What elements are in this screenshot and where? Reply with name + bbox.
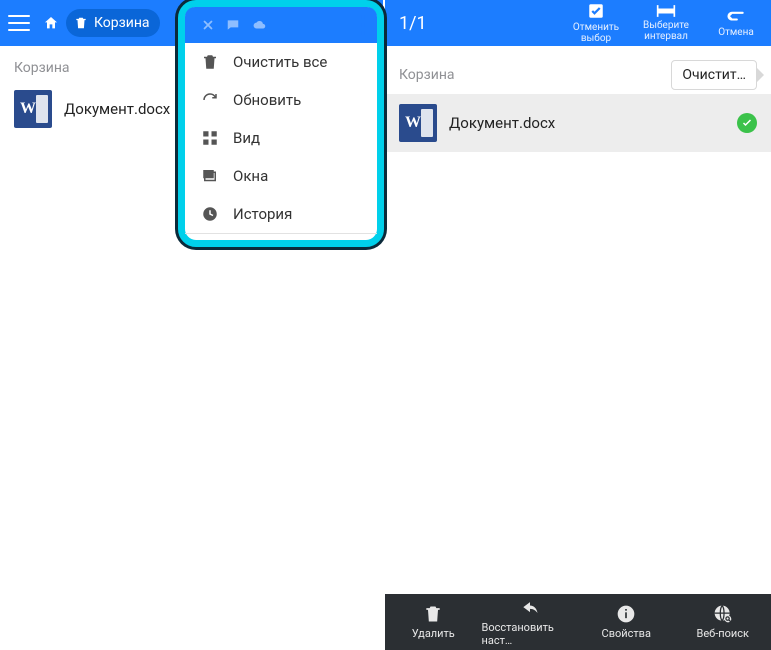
clear-chip[interactable]: Очистит… — [671, 60, 757, 90]
docx-icon: W — [399, 104, 437, 142]
clock-icon — [201, 205, 219, 223]
breadcrumb-right: Корзина Очистит… — [385, 46, 771, 94]
kebab-icon[interactable] — [361, 15, 365, 35]
selection-counter: 1/1 — [399, 13, 561, 34]
overflow-menu-popup: Очистить все Обновить Вид Окна История — [178, 0, 384, 247]
info-icon — [616, 604, 636, 624]
checkbox-icon — [587, 2, 605, 20]
selected-check-icon — [737, 113, 757, 133]
return-icon — [726, 9, 746, 25]
bb-label: Свойства — [602, 627, 651, 640]
menu-item-label: История — [233, 205, 292, 223]
websearch-button[interactable]: Веб-поиск — [675, 594, 771, 650]
hamburger-icon[interactable] — [6, 10, 32, 36]
bb-label: Удалить — [412, 627, 455, 640]
left-pane: Корзина Корзина W Документ.docx Очистить… — [0, 0, 385, 650]
menu-item-label: Окна — [233, 167, 268, 185]
delete-button[interactable]: Удалить — [385, 594, 482, 650]
trash-icon — [423, 604, 443, 624]
menu-view[interactable]: Вид — [185, 119, 377, 157]
menu-clear-all[interactable]: Очистить все — [185, 43, 377, 81]
action-label-l1: Отменить — [573, 22, 619, 33]
undo-icon — [520, 598, 540, 618]
cancel-button[interactable]: Отмена — [701, 2, 771, 44]
topbar-right: 1/1 Отменить выбор Выберите интервал Отм… — [385, 0, 771, 46]
file-name: Документ.docx — [449, 114, 737, 132]
menu-item-label: Обновить — [233, 91, 301, 109]
breadcrumb-text: Корзина — [399, 67, 455, 83]
action-label-l1: Выберите — [643, 20, 689, 31]
menu-separator — [185, 233, 377, 234]
select-interval-button[interactable]: Выберите интервал — [631, 2, 701, 44]
cloud-icon — [251, 18, 269, 32]
file-row-selected[interactable]: W Документ.docx — [385, 94, 771, 152]
interval-icon — [656, 4, 676, 18]
action-label: Отмена — [718, 27, 754, 38]
menu-history[interactable]: История — [185, 195, 377, 233]
bottom-action-bar: Удалить Восстановить наст… Свойства Веб-… — [385, 594, 771, 650]
properties-button[interactable]: Свойства — [578, 594, 675, 650]
bb-label: Восстановить наст… — [482, 621, 579, 647]
menu-refresh[interactable]: Обновить — [185, 81, 377, 119]
popup-faded-icons — [201, 18, 269, 32]
location-pill[interactable]: Корзина — [66, 9, 160, 37]
menu-windows[interactable]: Окна — [185, 157, 377, 195]
grid-icon — [201, 129, 219, 147]
menu-item-label: Вид — [233, 129, 260, 147]
trash-icon — [201, 53, 219, 71]
bb-label: Веб-поиск — [697, 627, 750, 640]
location-pill-label: Корзина — [94, 15, 150, 31]
right-pane: 1/1 Отменить выбор Выберите интервал Отм… — [385, 0, 771, 650]
action-label-l2: выбор — [581, 33, 611, 44]
docx-icon: W — [14, 90, 52, 128]
breadcrumb-text: Корзина — [14, 60, 70, 76]
action-label-l2: интервал — [644, 31, 688, 42]
close-icon[interactable] — [201, 18, 215, 32]
trash-icon — [74, 16, 88, 30]
menu-item-label: Очистить все — [233, 53, 327, 71]
popup-top-strip — [185, 7, 377, 43]
home-icon[interactable] — [42, 14, 60, 32]
restore-button[interactable]: Восстановить наст… — [482, 594, 579, 650]
windows-icon — [201, 167, 219, 185]
refresh-icon — [201, 91, 219, 109]
globe-search-icon — [713, 604, 733, 624]
cancel-selection-button[interactable]: Отменить выбор — [561, 2, 631, 44]
topbar-actions: Отменить выбор Выберите интервал Отмена — [561, 2, 771, 44]
chat-icon — [225, 18, 241, 32]
